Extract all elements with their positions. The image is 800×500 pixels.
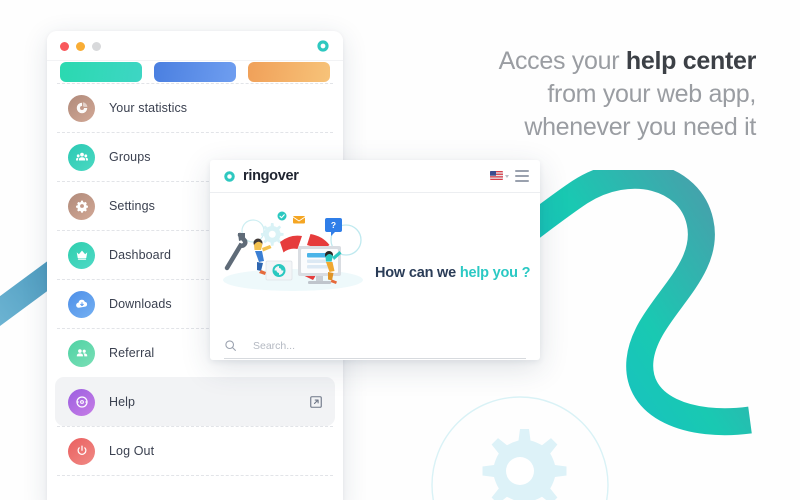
hamburger-menu-icon[interactable] [515, 170, 529, 182]
chevron-down-icon[interactable] [505, 175, 509, 178]
sidebar-item-your-statistics[interactable]: Your statistics [57, 83, 333, 132]
ringover-loop-icon [224, 170, 235, 182]
two-users-icon [68, 339, 95, 367]
ringover-loop-icon [317, 40, 329, 52]
cloud-download-icon [68, 290, 95, 318]
sidebar-item-label: Downloads [109, 297, 172, 311]
headline-line2: from your web app, [547, 80, 756, 108]
help-center-headline: How can we help you ? [375, 265, 531, 281]
life-ring-icon [68, 388, 95, 416]
crown-icon [68, 241, 95, 269]
help-center-window: ringover ? How can we help you ? Search.… [210, 160, 540, 360]
gear-watermark-icon [431, 396, 609, 500]
pie-chart-icon [68, 94, 95, 122]
sidebar-item-label: Dashboard [109, 248, 172, 262]
gear-icon [68, 192, 95, 220]
minimize-window-button[interactable] [76, 42, 85, 51]
quick-card-blue[interactable] [154, 62, 236, 82]
quick-card-orange[interactable] [248, 62, 330, 82]
sidebar-item-label: Log Out [109, 444, 155, 458]
us-flag-icon[interactable] [490, 171, 503, 180]
headline-line3: whenever you need it [524, 113, 756, 141]
help-center-header: ringover [210, 160, 540, 193]
sidebar-item-help[interactable]: Help [55, 377, 335, 426]
headline-line1-pre: Acces your [498, 47, 626, 75]
support-team-illustration: ? [223, 211, 363, 291]
sidebar-item-label: Help [109, 395, 136, 409]
power-icon [68, 437, 95, 465]
help-center-body: ? How can we help you ? Search... [210, 193, 540, 360]
people-group-icon [68, 143, 95, 171]
external-link-icon[interactable] [309, 395, 323, 409]
window-titlebar [47, 31, 343, 61]
help-center-headline-pre: How can we [375, 265, 460, 281]
help-center-search-bar[interactable] [224, 333, 526, 359]
search-input[interactable] [251, 338, 526, 353]
svg-text:?: ? [331, 220, 336, 230]
sidebar-item-label: Settings [109, 199, 155, 213]
quick-action-cards [60, 62, 330, 82]
nav-divider [57, 475, 333, 476]
headline-line1-bold: help center [625, 47, 756, 75]
maximize-window-button[interactable] [92, 42, 101, 51]
screenshot-root: Acces your help center from your web app… [0, 0, 800, 500]
magnifier-icon [225, 340, 236, 351]
close-window-button[interactable] [60, 42, 69, 51]
help-center-brand: ringover [243, 168, 299, 184]
sidebar-item-label: Referral [109, 346, 155, 360]
sidebar-item-log-out[interactable]: Log Out [57, 426, 333, 475]
sidebar-item-label: Your statistics [109, 101, 188, 115]
sidebar-item-label: Groups [109, 150, 151, 164]
quick-card-teal[interactable] [60, 62, 142, 82]
page-headline: Acces your help center from your web app… [376, 45, 757, 144]
help-center-headline-accent: help you ? [459, 265, 531, 281]
